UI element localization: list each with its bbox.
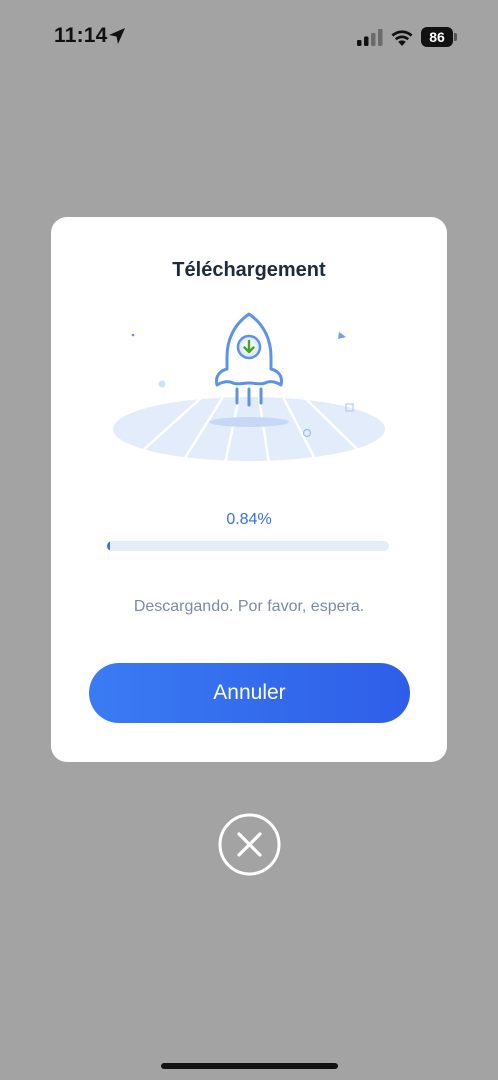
dialog-title: Téléchargement [172,259,326,281]
screen: 11:14 86 Téléchargement 0.84% Descargand… [0,0,498,1080]
wifi-icon [391,30,413,46]
download-dialog: Téléchargement 0.84% Descargando. Por fa… [51,217,447,762]
battery-level: 86 [421,27,453,47]
location-arrow-icon [109,28,125,44]
signal-icon [357,29,383,46]
battery-icon: 86 [421,27,457,47]
status-message: Descargando. Por favor, espera. [133,598,365,615]
close-circle-icon[interactable] [218,813,281,876]
progress-percentage: 0.84% [226,511,272,528]
progress-bar [107,541,389,551]
progress-bar-fill [107,541,110,551]
status-time: 11:14 [54,24,108,47]
battery-tip [454,33,457,41]
cancel-button[interactable]: Annuler [89,663,410,723]
rocket-download-icon [113,312,385,465]
home-indicator[interactable] [161,1063,338,1069]
status-bar: 11:14 86 [0,0,498,72]
